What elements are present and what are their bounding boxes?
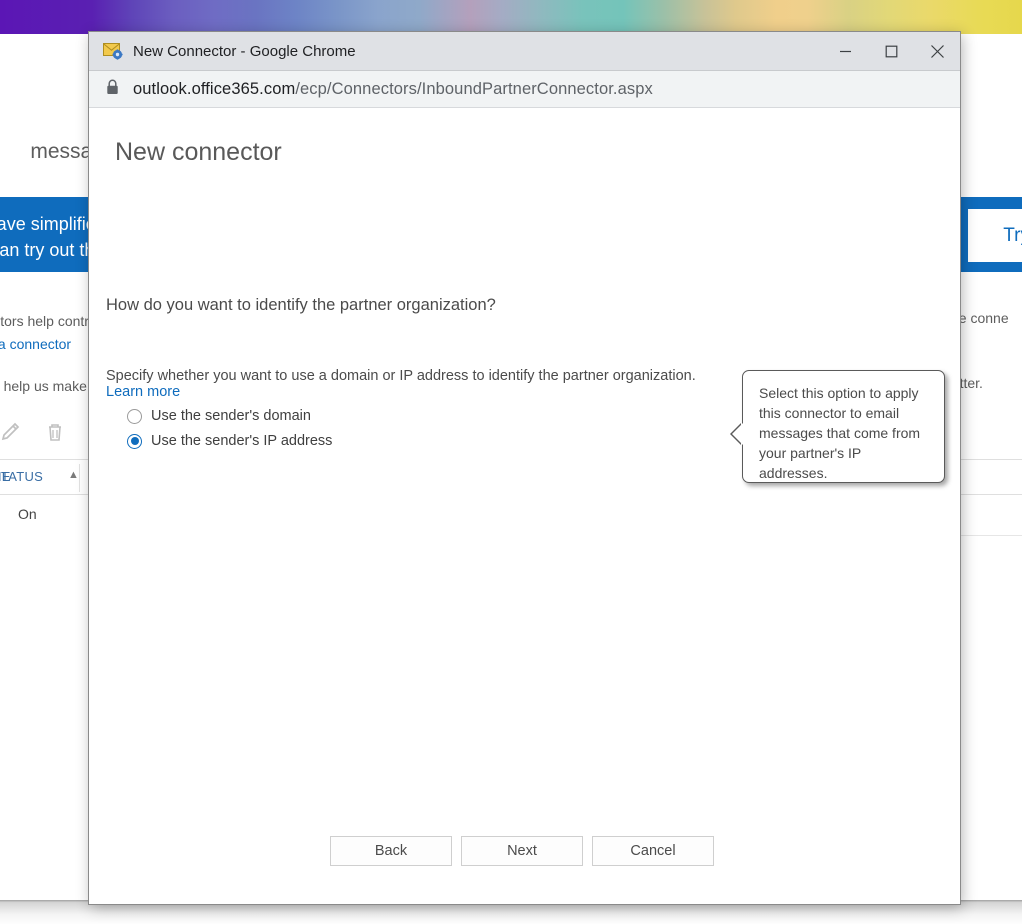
url-path: /ecp/Connectors/InboundPartnerConnector.… xyxy=(295,79,653,98)
tab-rules[interactable]: rules xyxy=(0,140,1,163)
dialog-description: Specify whether you want to use a domain… xyxy=(106,368,696,384)
radio-option-sender-ip[interactable]: Use the sender's IP address xyxy=(127,433,332,449)
tooltip-text: Select this option to apply this connect… xyxy=(759,385,921,481)
address-bar[interactable]: outlook.office365.com/ecp/Connectors/Inb… xyxy=(89,71,960,108)
column-header-status[interactable]: STATUS xyxy=(0,469,43,484)
sort-ascending-icon[interactable]: ▲ xyxy=(68,469,79,481)
try-it-button[interactable]: Try it xyxy=(968,209,1022,262)
close-icon[interactable] xyxy=(914,32,960,71)
maximize-icon[interactable] xyxy=(868,32,914,71)
radio-label-sender-domain: Use the sender's domain xyxy=(151,408,311,424)
minimize-icon[interactable] xyxy=(822,32,868,71)
url-domain: outlook.office365.com xyxy=(133,79,296,98)
lock-icon xyxy=(106,79,119,100)
tooltip-arrow-icon xyxy=(732,423,743,445)
delete-trash-icon[interactable] xyxy=(43,420,67,444)
radio-button-selected-icon[interactable] xyxy=(127,433,142,449)
tooltip-callout: Select this option to apply this connect… xyxy=(732,370,945,483)
next-button[interactable]: Next xyxy=(461,836,583,866)
window-titlebar[interactable]: New Connector - Google Chrome xyxy=(89,32,960,71)
dialog-content: New connector How do you want to identif… xyxy=(89,108,960,903)
back-button[interactable]: Back xyxy=(330,836,452,866)
dialog-footer-buttons: Back Next Cancel xyxy=(89,836,960,866)
edit-pencil-icon[interactable] xyxy=(0,420,23,444)
try-it-label: Try it xyxy=(1003,224,1022,246)
dialog-question: How do you want to identify the partner … xyxy=(106,296,496,314)
mail-connector-icon xyxy=(103,42,123,60)
decorative-gradient-banner xyxy=(0,0,1022,34)
window-controls xyxy=(822,32,960,71)
chrome-popup-window: New Connector - Google Chrome outlook.of… xyxy=(89,32,960,904)
learn-more-link[interactable]: Learn more xyxy=(106,384,180,400)
create-a-connector-link[interactable]: Create a connector xyxy=(0,333,71,355)
cancel-button[interactable]: Cancel xyxy=(592,836,714,866)
url-display: outlook.office365.com/ecp/Connectors/Inb… xyxy=(133,80,653,99)
page-title: New connector xyxy=(115,138,282,166)
radio-label-sender-ip: Use the sender's IP address xyxy=(151,433,333,449)
radio-button-unselected-icon[interactable] xyxy=(127,408,142,424)
window-title: New Connector - Google Chrome xyxy=(133,42,356,60)
row-status-value: On xyxy=(18,506,37,522)
radio-option-sender-domain[interactable]: Use the sender's domain xyxy=(127,408,311,424)
